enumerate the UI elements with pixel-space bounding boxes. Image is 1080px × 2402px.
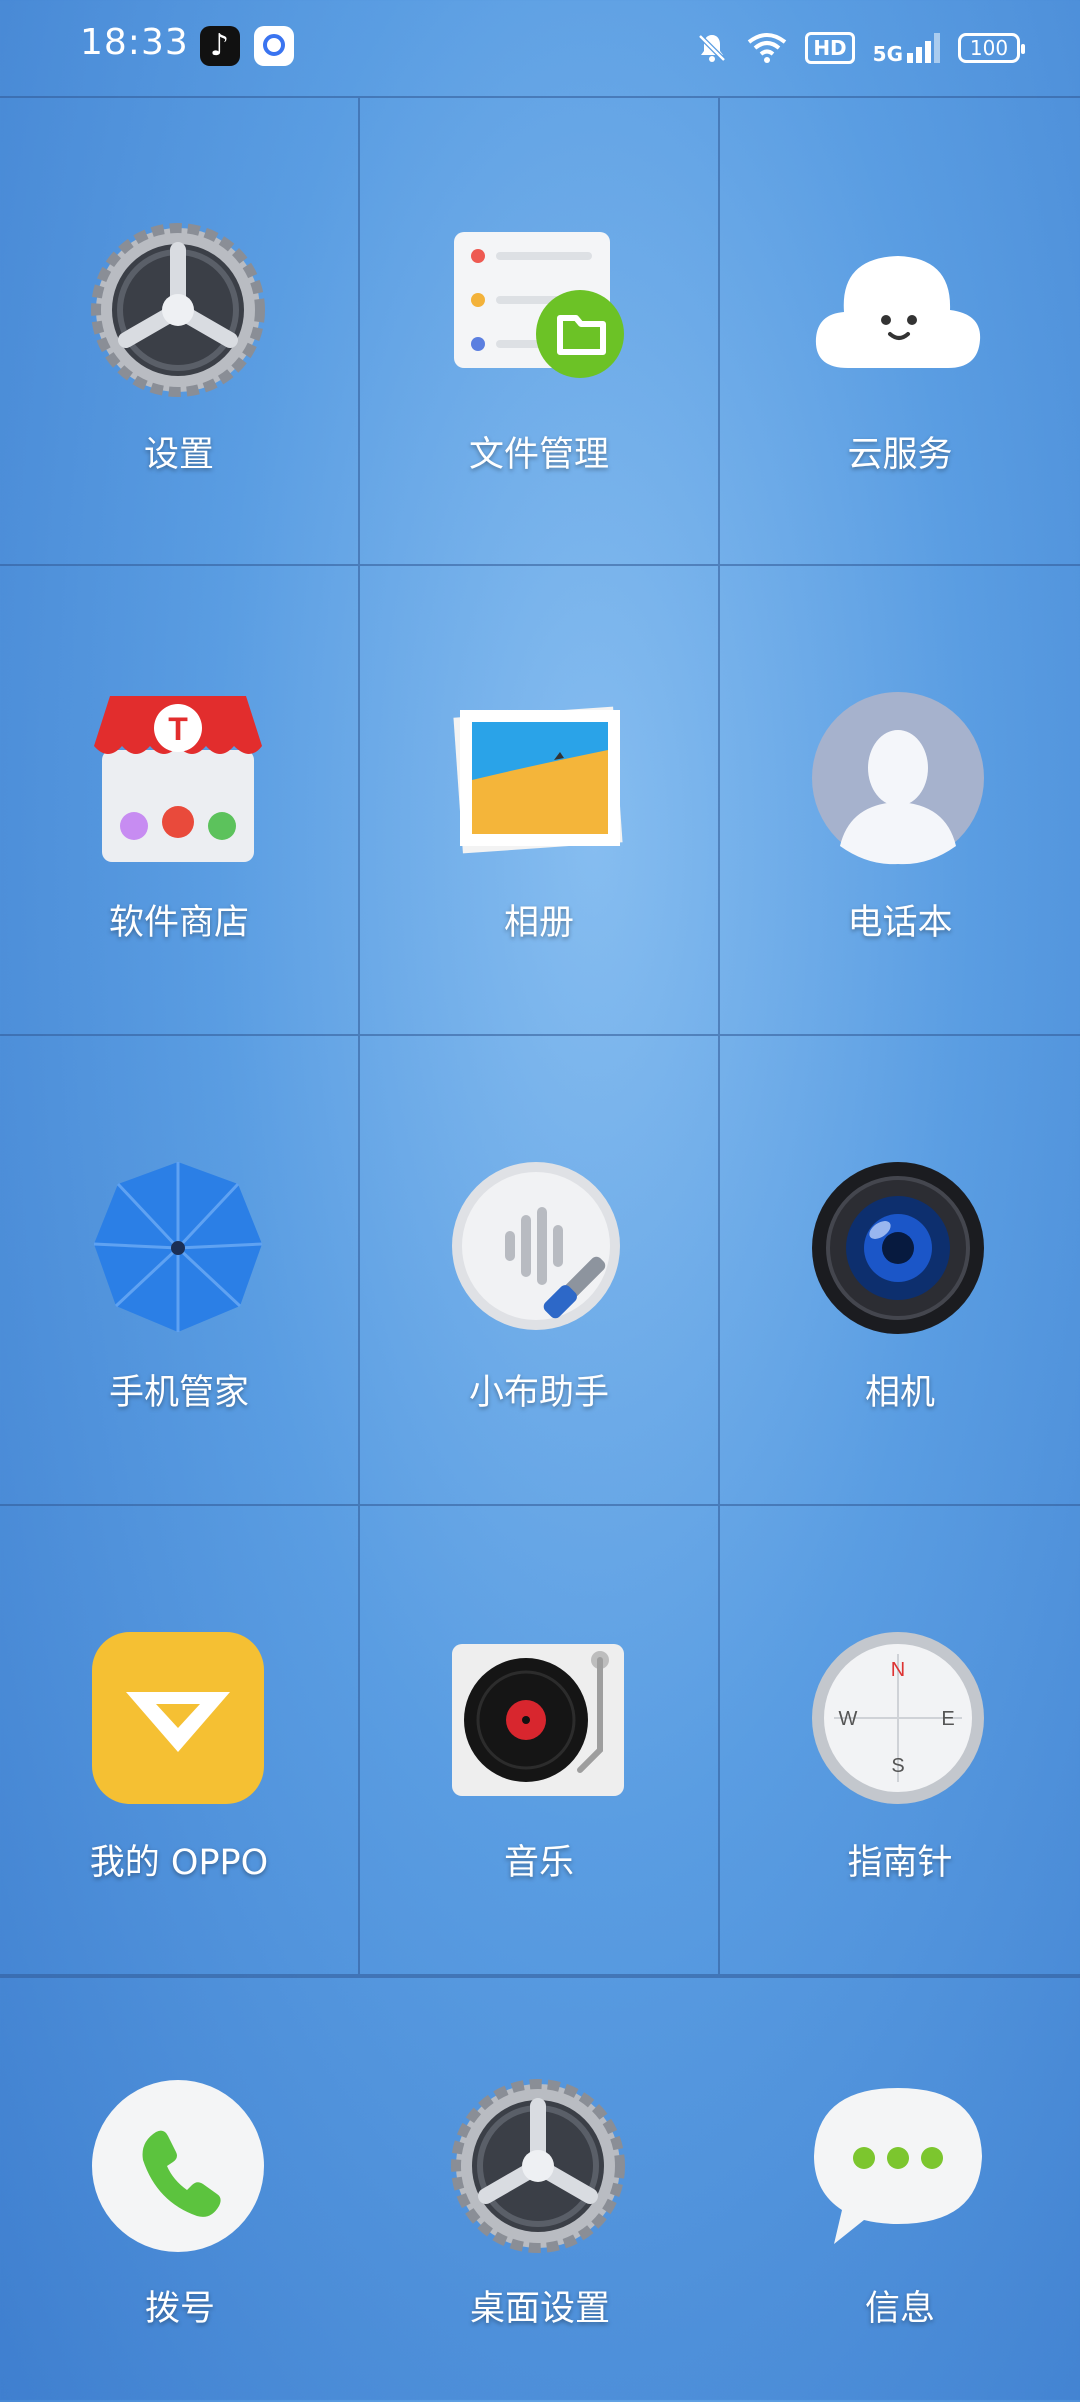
tiktok-icon (200, 26, 240, 66)
dock: 拨号 桌面设置 信息 (0, 1976, 1080, 2400)
app-tile-settings[interactable]: 设置 (0, 96, 360, 566)
app-grid: 设置 文件管理 云服务 T 软件商店 相册 电话本 手机管家 小布助手 相机 我… (0, 96, 1080, 1976)
message-icon (810, 2078, 986, 2254)
dock-item-desktop-settings[interactable]: 桌面设置 (360, 1978, 720, 2402)
app-tile-phone-manager[interactable]: 手机管家 (0, 1036, 360, 1506)
app-label: 云服务 (847, 435, 953, 475)
app-label: 信息 (864, 2289, 935, 2329)
app-tile-cloud[interactable]: 云服务 (720, 96, 1080, 566)
app-label: 文件管理 (468, 435, 609, 475)
battery-icon: 100 (958, 33, 1025, 63)
5g-signal-icon: 5G (872, 33, 940, 66)
dock-item-dialer[interactable]: 拨号 (0, 1978, 360, 2402)
app-tile-compass[interactable]: N E S W 指南针 (720, 1506, 1080, 1976)
cloud-icon (810, 222, 986, 398)
file-manager-icon (450, 222, 626, 398)
app-tile-contacts[interactable]: 电话本 (720, 566, 1080, 1036)
settings-gear-icon (450, 2078, 626, 2254)
contacts-icon (810, 690, 986, 866)
app-tile-photos[interactable]: 相册 (360, 566, 720, 1036)
app-tile-assistant[interactable]: 小布助手 (360, 1036, 720, 1506)
hd-badge: HD (805, 32, 855, 64)
status-bar: 18:33 HD 5G 100 (0, 0, 1080, 96)
app-tile-music[interactable]: 音乐 (360, 1506, 720, 1976)
app-label: 设置 (143, 435, 214, 475)
bell-muted-icon (695, 31, 729, 65)
app-tile-file-manager[interactable]: 文件管理 (360, 96, 720, 566)
app-label: 桌面设置 (469, 2289, 610, 2329)
compass-s: S (891, 1755, 904, 1777)
store-letter: T (168, 711, 188, 747)
turntable-icon (450, 1630, 626, 1806)
app-label: 相册 (503, 903, 574, 943)
app-label: 指南针 (847, 1843, 953, 1883)
my-oppo-icon (90, 1630, 266, 1806)
phone-icon (90, 2078, 266, 2254)
app-label: 相机 (864, 1373, 935, 1413)
camera-lens-icon (810, 1160, 986, 1336)
battery-level: 100 (969, 36, 1009, 60)
dock-item-messages[interactable]: 信息 (720, 1978, 1080, 2402)
baidu-netdisk-icon (254, 26, 294, 66)
app-label: 软件商店 (108, 903, 249, 943)
app-label: 我的 OPPO (89, 1843, 269, 1883)
app-label: 小布助手 (468, 1373, 609, 1413)
wifi-icon (747, 32, 787, 64)
compass-e: E (941, 1708, 954, 1730)
app-store-icon: T (90, 690, 266, 866)
status-icons: HD 5G 100 (695, 26, 1025, 70)
compass-w: W (839, 1708, 858, 1730)
app-tile-app-store[interactable]: T 软件商店 (0, 566, 360, 1036)
app-label: 拨号 (144, 2289, 215, 2329)
network-type: 5G (872, 42, 903, 66)
status-time: 18:33 (80, 22, 189, 63)
photos-icon (450, 690, 626, 866)
app-label: 音乐 (503, 1843, 574, 1883)
umbrella-icon (90, 1160, 266, 1336)
app-label: 手机管家 (108, 1373, 249, 1413)
compass-icon: N E S W (810, 1630, 986, 1806)
app-tile-camera[interactable]: 相机 (720, 1036, 1080, 1506)
assistant-icon (450, 1160, 626, 1336)
compass-n: N (891, 1659, 905, 1681)
app-tile-my-oppo[interactable]: 我的 OPPO (0, 1506, 360, 1976)
app-label: 电话本 (847, 903, 953, 943)
settings-gear-icon (90, 222, 266, 398)
